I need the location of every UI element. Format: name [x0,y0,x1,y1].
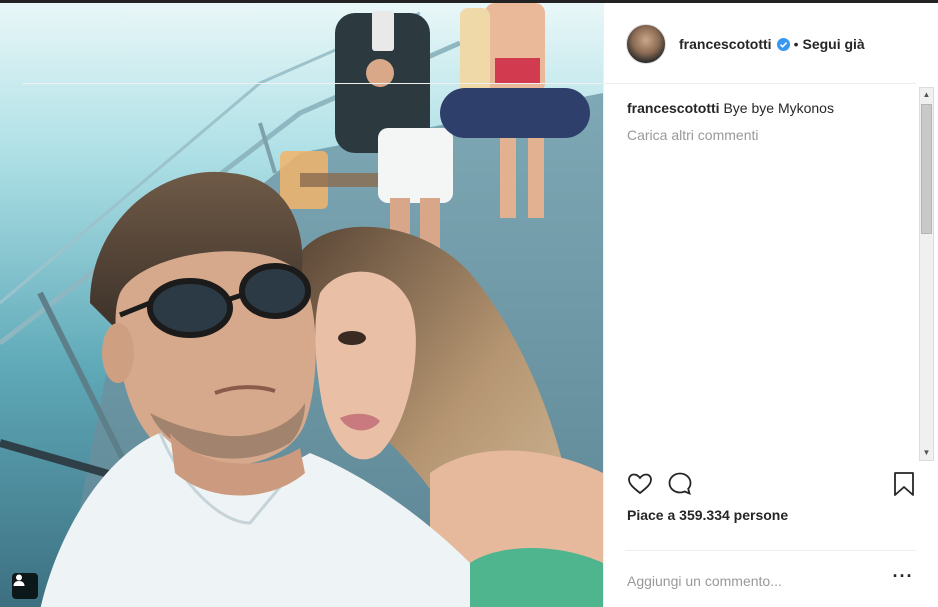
scroll-down-arrow-icon[interactable]: ▼ [920,446,933,460]
post-photo[interactable] [0,3,603,607]
scroll-up-arrow-icon[interactable]: ▲ [920,88,933,102]
bookmark-icon[interactable] [891,471,917,497]
post-modal: francescototti • Segui già francescotott… [0,0,938,607]
comment-divider [625,550,916,551]
scroll-thumb[interactable] [921,104,932,234]
caption-text: Bye bye Mykonos [723,100,834,116]
header-divider [22,83,916,84]
post-header: francescototti • Segui già [626,23,917,65]
header-username[interactable]: francescototti [679,36,772,52]
likes-number: 359.334 [679,507,730,523]
comment-bubble-icon[interactable] [667,471,693,497]
likes-prefix: Piace a [627,507,676,523]
add-comment-input[interactable] [627,569,887,593]
verified-badge-icon [776,37,790,51]
likes-count[interactable]: Piace a 359.334 persone [627,507,788,523]
avatar[interactable] [626,24,666,64]
likes-suffix: persone [733,507,789,523]
comments-section: francescototti Bye bye Mykonos Carica al… [627,99,917,459]
more-options-button[interactable]: ··· [892,567,914,589]
action-bar [627,471,916,499]
comments-scrollbar[interactable]: ▲ ▼ [919,87,934,461]
user-tag-icon[interactable] [12,573,38,599]
load-more-comments[interactable]: Carica altri commenti [627,127,917,143]
caption-username[interactable]: francescototti [627,100,720,116]
heart-icon[interactable] [627,471,653,497]
photo-illustration [0,3,603,607]
caption: francescototti Bye bye Mykonos [627,99,917,117]
follow-separator: • [793,36,799,52]
following-button[interactable]: Segui già [802,36,864,52]
